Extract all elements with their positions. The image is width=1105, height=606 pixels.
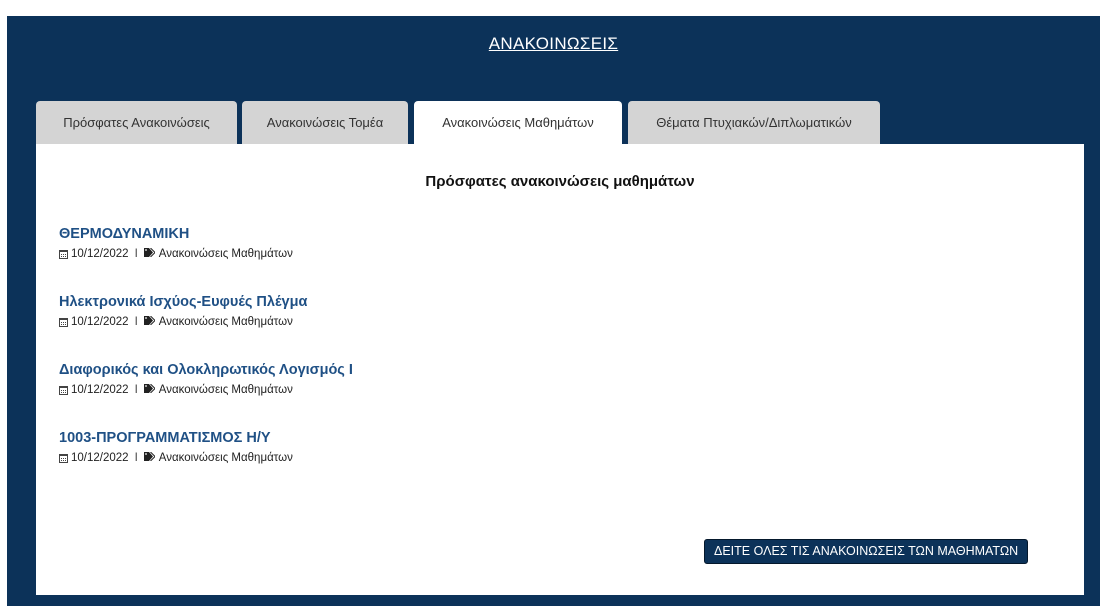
announcement-meta: 10/12/2022 I Ανακοινώσεις Μαθημάτων — [59, 383, 353, 397]
announcement-category[interactable]: Ανακοινώσεις Μαθημάτων — [159, 384, 293, 396]
announcements-panel: ΑΝΑΚΟΙΝΩΣΕΙΣ Πρόσφατες Ανακοινώσεις Ανακ… — [7, 16, 1100, 606]
announcement-category[interactable]: Ανακοινώσεις Μαθημάτων — [159, 452, 293, 464]
tab-recent-announcements[interactable]: Πρόσφατες Ανακοινώσεις — [36, 101, 237, 144]
announcement-link[interactable]: Ηλεκτρονικά Ισχύος-Ευφυές Πλέγμα — [59, 294, 307, 310]
meta-separator: I — [134, 452, 138, 465]
tag-icon — [143, 383, 156, 397]
page: ΑΝΑΚΟΙΝΩΣΕΙΣ Πρόσφατες Ανακοινώσεις Ανακ… — [0, 0, 1105, 606]
tag-icon — [143, 451, 156, 465]
calendar-icon — [59, 317, 68, 327]
tab-thesis-topics[interactable]: Θέματα Πτυχιακών/Διπλωματικών — [628, 101, 880, 144]
announcement-category[interactable]: Ανακοινώσεις Μαθημάτων — [159, 316, 293, 328]
calendar-icon — [59, 249, 68, 259]
list-item: ΘΕΡΜΟΔΥΝΑΜΙΚΗ 10/12/2022 I Ανακοινώσεις … — [59, 226, 293, 261]
meta-separator: I — [134, 248, 138, 261]
panel-title[interactable]: ΑΝΑΚΟΙΝΩΣΕΙΣ — [7, 34, 1100, 54]
announcement-date: 10/12/2022 — [71, 248, 129, 261]
calendar-icon — [59, 453, 68, 463]
announcement-category[interactable]: Ανακοινώσεις Μαθημάτων — [159, 248, 293, 260]
content-heading: Πρόσφατες ανακοινώσεις μαθημάτων — [425, 173, 695, 190]
announcement-date: 10/12/2022 — [71, 452, 129, 465]
list-item: Διαφορικός και Ολοκληρωτικός Λογισμός Ι … — [59, 362, 353, 397]
calendar-icon — [59, 385, 68, 395]
meta-separator: I — [134, 384, 138, 397]
list-item: Ηλεκτρονικά Ισχύος-Ευφυές Πλέγμα 10/12/2… — [59, 294, 307, 329]
tab-content: Πρόσφατες ανακοινώσεις μαθημάτων ΘΕΡΜΟΔΥ… — [36, 144, 1084, 595]
view-all-course-announcements-button[interactable]: ΔΕΙΤΕ ΟΛΕΣ ΤΙΣ ΑΝΑΚΟΙΝΩΣΕΙΣ ΤΩΝ ΜΑΘΗΜΑΤΩ… — [704, 539, 1029, 564]
announcement-date: 10/12/2022 — [71, 316, 129, 329]
announcement-date: 10/12/2022 — [71, 384, 129, 397]
announcement-meta: 10/12/2022 I Ανακοινώσεις Μαθημάτων — [59, 247, 293, 261]
announcement-meta: 10/12/2022 I Ανακοινώσεις Μαθημάτων — [59, 451, 293, 465]
tab-department-announcements[interactable]: Ανακοινώσεις Τομέα — [242, 101, 408, 144]
announcement-link[interactable]: 1003-ΠΡΟΓΡΑΜΜΑΤΙΣΜΟΣ Η/Υ — [59, 430, 293, 446]
announcement-link[interactable]: ΘΕΡΜΟΔΥΝΑΜΙΚΗ — [59, 226, 293, 242]
announcement-link[interactable]: Διαφορικός και Ολοκληρωτικός Λογισμός Ι — [59, 362, 353, 378]
list-item: 1003-ΠΡΟΓΡΑΜΜΑΤΙΣΜΟΣ Η/Υ 10/12/2022 I Αν… — [59, 430, 293, 465]
tag-icon — [143, 315, 156, 329]
tab-course-announcements[interactable]: Ανακοινώσεις Μαθημάτων — [414, 101, 622, 145]
announcement-meta: 10/12/2022 I Ανακοινώσεις Μαθημάτων — [59, 315, 307, 329]
meta-separator: I — [134, 316, 138, 329]
tag-icon — [143, 247, 156, 261]
